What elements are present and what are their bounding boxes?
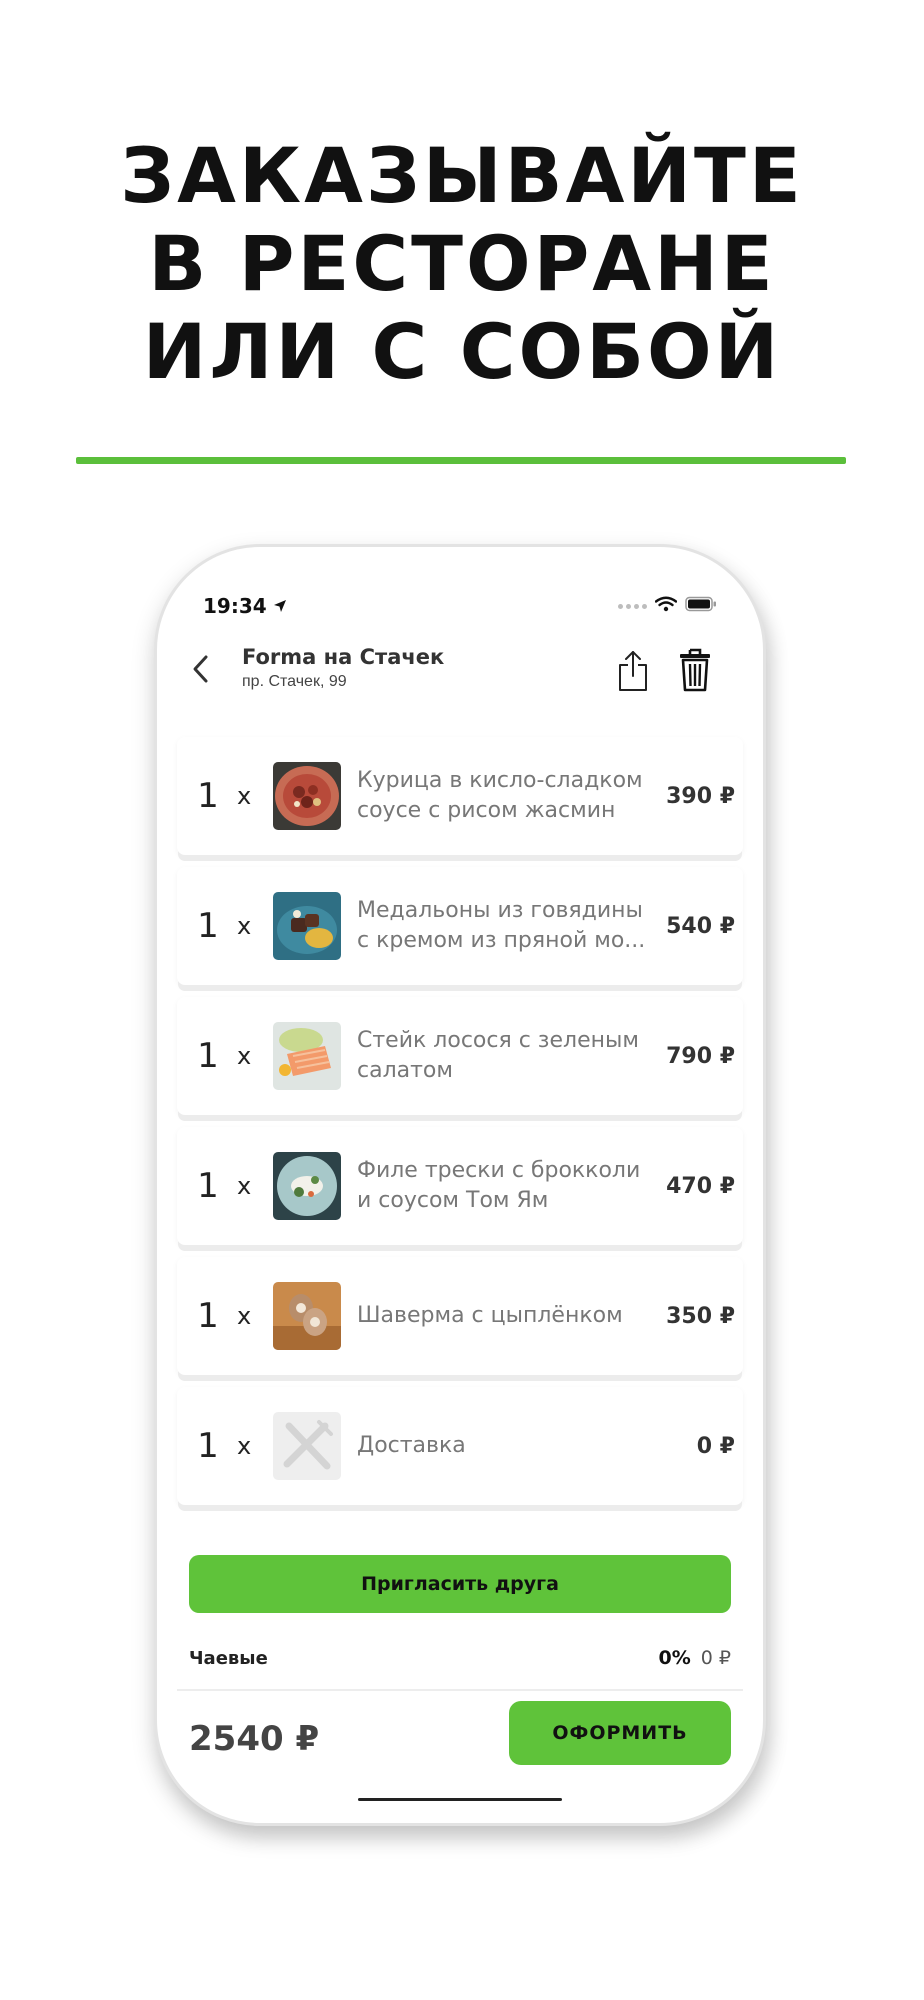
- trash-icon: [678, 647, 712, 698]
- order-item-list: 1 x Курица в кисло-сладком соусе с рисом: [177, 737, 743, 1517]
- status-bar: 19:34: [203, 591, 717, 621]
- item-price: 540 ₽: [666, 913, 735, 939]
- item-price: 350 ₽: [666, 1303, 735, 1329]
- phone-frame: 19:34 Forma на Стачек пр. Стачек, 99 1 x…: [154, 544, 766, 1826]
- order-item[interactable]: 1 x Доставка 0 ₽: [177, 1387, 743, 1505]
- summary-divider: [177, 1689, 743, 1691]
- phone-screen: 19:34 Forma на Стачек пр. Стачек, 99 1 x…: [157, 547, 763, 1823]
- restaurant-address: пр. Стачек, 99: [242, 673, 347, 690]
- clear-cart-button[interactable]: [675, 647, 715, 697]
- restaurant-header: Forma на Стачек пр. Стачек, 99: [157, 635, 763, 705]
- item-quantity: 1: [197, 1166, 219, 1206]
- home-indicator: [358, 1798, 562, 1801]
- item-name: Доставка: [357, 1433, 466, 1458]
- order-item[interactable]: 1 x Филе трески с брокколи и соусом Том …: [177, 1127, 743, 1245]
- status-icons: [618, 596, 717, 617]
- item-price: 790 ₽: [666, 1043, 735, 1069]
- item-quantity: 1: [197, 1296, 219, 1336]
- beef-medallions-thumbnail: [273, 892, 341, 960]
- restaurant-name: Forma на Стачек: [242, 645, 445, 669]
- status-time: 19:34: [203, 594, 267, 618]
- chicken-shawarma-thumbnail: [273, 1282, 341, 1350]
- item-multiplier: x: [237, 782, 252, 810]
- item-name: Филе трески с брокколи и соусом Том Ям: [357, 1158, 641, 1213]
- tips-label: Чаевые: [189, 1647, 268, 1669]
- item-price: 0 ₽: [696, 1433, 735, 1459]
- share-icon: [617, 650, 649, 697]
- item-price: 390 ₽: [666, 783, 735, 809]
- item-name: Шаверма с цыплёнком: [357, 1303, 623, 1328]
- item-multiplier: x: [237, 1172, 252, 1200]
- item-name: Курица в кисло-сладком соусе с рисом жас…: [357, 768, 643, 823]
- status-time-group: 19:34: [203, 594, 287, 618]
- item-multiplier: x: [237, 912, 252, 940]
- order-item[interactable]: 1 x Медальоны из говядины с кремом из пр…: [177, 867, 743, 985]
- share-button[interactable]: [613, 649, 653, 697]
- cutlery-placeholder-icon: [273, 1412, 341, 1480]
- headline-line-1: ЗАКАЗЫВАЙТЕ: [120, 131, 804, 220]
- tips-percent: 0%: [658, 1647, 691, 1669]
- order-item[interactable]: 1 x Шаверма с цыплёнком 350 ₽: [177, 1257, 743, 1375]
- restaurant-info: Forma на Стачек пр. Стачек, 99: [242, 645, 444, 691]
- tips-amount: 0 ₽: [700, 1647, 731, 1669]
- salmon-steak-thumbnail: [273, 1022, 341, 1090]
- order-item[interactable]: 1 x Стейк лосося с зеленым салатом 790 ₽: [177, 997, 743, 1115]
- headline-divider: [76, 457, 846, 464]
- item-quantity: 1: [197, 776, 219, 816]
- signal-icon: [618, 603, 647, 609]
- promo-headline: ЗАКАЗЫВАЙТЕ В РЕСТОРАНЕ ИЛИ С СОБОЙ: [0, 132, 924, 396]
- item-multiplier: x: [237, 1042, 252, 1070]
- item-price: 470 ₽: [666, 1173, 735, 1199]
- wifi-icon: [654, 596, 678, 617]
- item-quantity: 1: [197, 1036, 219, 1076]
- item-multiplier: x: [237, 1432, 252, 1460]
- invite-friend-button[interactable]: Пригласить друга: [189, 1555, 731, 1613]
- cod-fillet-thumbnail: [273, 1152, 341, 1220]
- battery-icon: [685, 596, 717, 617]
- headline-line-3: ИЛИ С СОБОЙ: [142, 307, 782, 396]
- item-quantity: 1: [197, 1426, 219, 1466]
- item-multiplier: x: [237, 1302, 252, 1330]
- back-chevron-icon: [191, 654, 209, 689]
- item-name: Медальоны из говядины с кремом из пряной…: [357, 898, 646, 953]
- order-item[interactable]: 1 x Курица в кисло-сладком соусе с рисом: [177, 737, 743, 855]
- checkout-button[interactable]: ОФОРМИТЬ: [509, 1701, 731, 1765]
- item-name: Стейк лосося с зеленым салатом: [357, 1028, 639, 1083]
- back-button[interactable]: [185, 651, 215, 691]
- chicken-dish-thumbnail: [273, 762, 341, 830]
- location-arrow-icon: [273, 594, 287, 618]
- headline-line-2: В РЕСТОРАНЕ: [148, 219, 776, 308]
- order-total: 2540 ₽: [189, 1719, 320, 1759]
- tips-row[interactable]: Чаевые 0% 0 ₽: [189, 1643, 731, 1673]
- tips-values: 0% 0 ₽: [659, 1647, 731, 1669]
- item-quantity: 1: [197, 906, 219, 946]
